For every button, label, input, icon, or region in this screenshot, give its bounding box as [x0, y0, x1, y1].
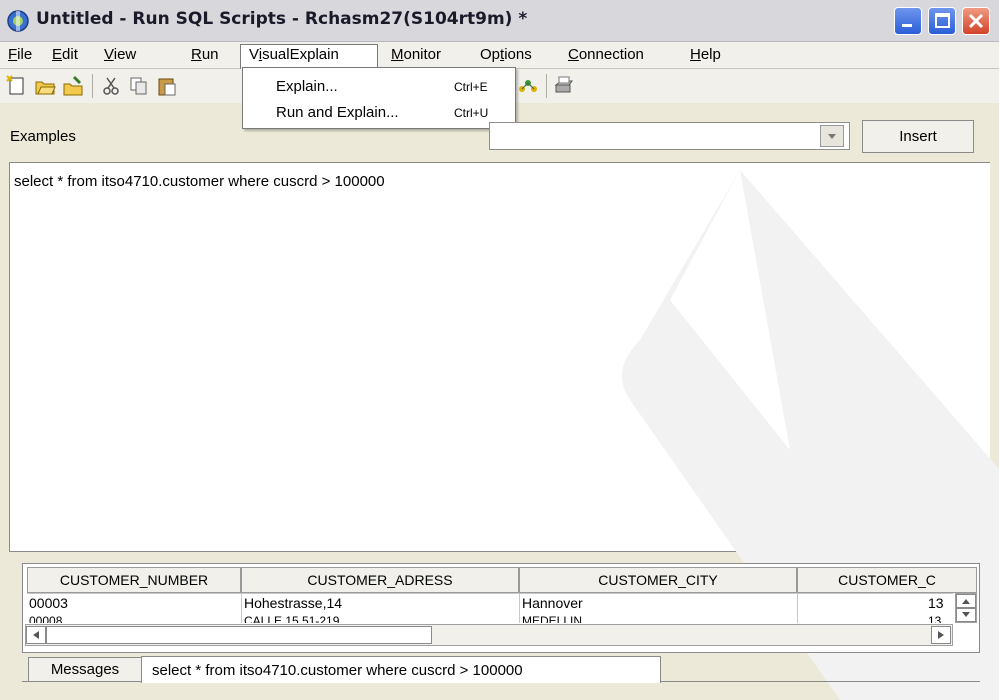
menu-help[interactable]: Help [690, 46, 721, 63]
copy-icon[interactable] [128, 75, 150, 97]
menu-connection[interactable]: Connection [568, 46, 644, 63]
menu-view[interactable]: View [104, 46, 136, 63]
arrow-up-icon [962, 599, 970, 604]
scroll-down-button[interactable] [956, 608, 976, 622]
menu-item-run-and-explain-shortcut: Ctrl+U [454, 106, 489, 120]
arrow-right-icon [938, 631, 944, 639]
print-icon[interactable] [553, 75, 575, 97]
sql-statement[interactable]: select * from itso4710.customer where cu… [14, 173, 385, 190]
table-cell: Hohestrasse,14 [244, 595, 343, 611]
menu-file[interactable]: File [8, 46, 32, 63]
table-cell: 13 [928, 595, 944, 611]
horizontal-scroll-thumb[interactable] [46, 626, 432, 644]
close-button[interactable] [962, 7, 990, 35]
scroll-up-button[interactable] [956, 594, 976, 608]
chevron-down-icon [828, 134, 836, 139]
arrow-down-icon [962, 612, 970, 617]
insert-button[interactable]: Insert [862, 120, 974, 153]
minimize-button[interactable] [894, 7, 922, 35]
column-header-customer-number[interactable]: CUSTOMER_NUMBER [27, 567, 241, 593]
row-divider [27, 593, 953, 594]
table-cell: CALLE 15 51-219 [244, 614, 340, 623]
close-icon [968, 13, 984, 29]
table-cell: 13 [928, 614, 942, 623]
save-icon[interactable] [62, 75, 84, 97]
menu-edit[interactable]: Edit [52, 46, 78, 63]
examples-combobox[interactable] [489, 122, 850, 150]
menu-item-explain-shortcut: Ctrl+E [454, 80, 488, 94]
maximize-button[interactable] [928, 7, 956, 35]
menu-item-run-and-explain[interactable]: Run and Explain... [276, 104, 399, 121]
menu-item-explain[interactable]: Explain... [276, 78, 338, 95]
sql-editor[interactable] [9, 162, 990, 552]
menu-run[interactable]: Run [191, 46, 219, 63]
minimize-icon [902, 24, 912, 27]
tab-messages[interactable]: Messages [28, 657, 142, 682]
sql-scripts-icon [7, 10, 29, 32]
table-cell: MEDELLIN [522, 614, 583, 623]
arrow-left-icon [33, 631, 39, 639]
menu-options[interactable]: Options [480, 46, 532, 63]
maximize-icon [935, 13, 950, 28]
new-icon[interactable] [6, 75, 28, 97]
table-cell: 00003 [29, 595, 68, 611]
scroll-left-button[interactable] [26, 626, 46, 644]
examples-label: Examples [10, 128, 76, 145]
menu-monitor[interactable]: Monitor [391, 46, 441, 63]
scroll-right-button[interactable] [931, 626, 951, 644]
visual-explain-icon[interactable] [517, 75, 539, 97]
column-header-customer-c[interactable]: CUSTOMER_C [797, 567, 977, 593]
combobox-dropdown-button[interactable] [820, 125, 844, 147]
table-cell: Hannover [522, 595, 583, 611]
menu-visualexplain[interactable]: VisualExplain [249, 46, 339, 63]
table-row-clipped: 00008 CALLE 15 51-219 MEDELLIN 13 [27, 612, 953, 623]
column-header-customer-adress[interactable]: CUSTOMER_ADRESS [241, 567, 519, 593]
cut-icon[interactable] [100, 75, 122, 97]
toolbar-separator [546, 74, 547, 98]
window-title: Untitled - Run SQL Scripts - Rchasm27(S1… [36, 9, 528, 29]
column-header-customer-city[interactable]: CUSTOMER_CITY [519, 567, 797, 593]
paste-icon[interactable] [156, 75, 178, 97]
toolbar-separator [92, 74, 93, 98]
table-cell: 00008 [29, 614, 63, 623]
open-icon[interactable] [34, 75, 56, 97]
tab-result[interactable]: select * from itso4710.customer where cu… [141, 656, 661, 683]
